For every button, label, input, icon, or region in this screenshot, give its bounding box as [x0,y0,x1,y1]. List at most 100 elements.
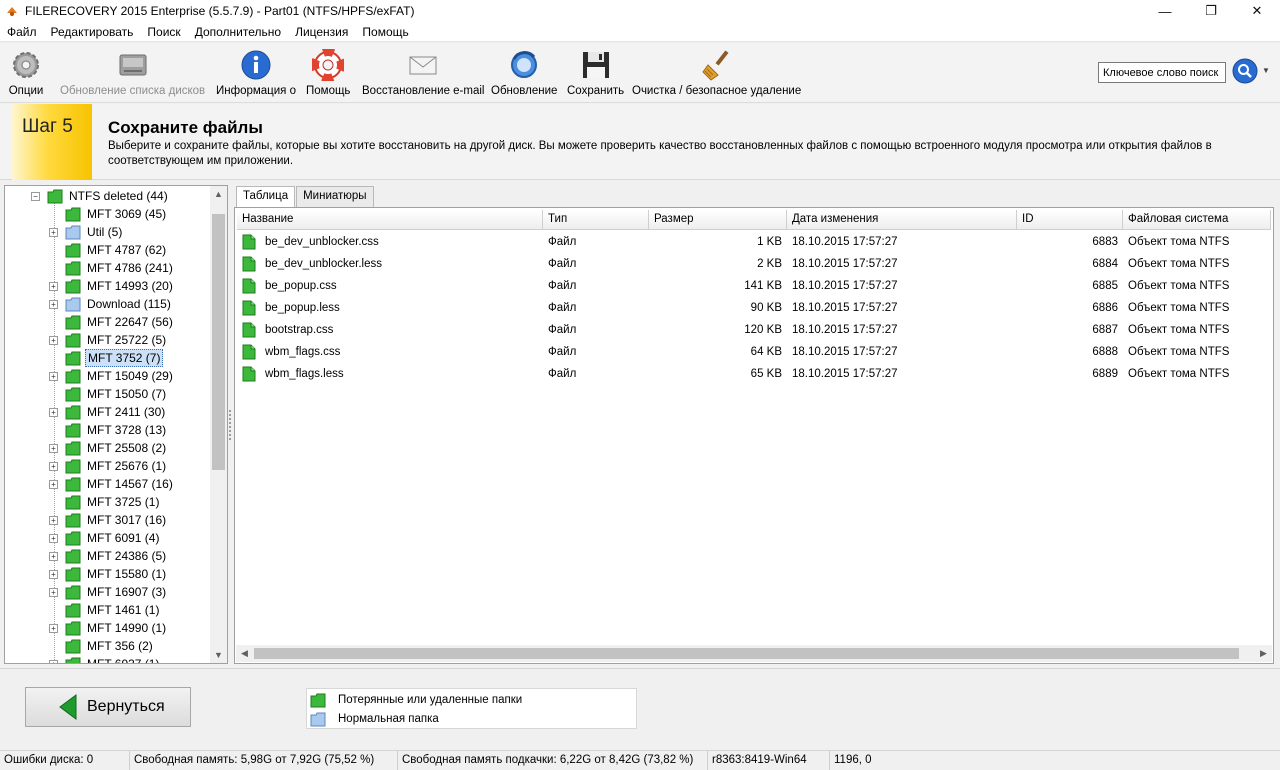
tree-expander[interactable]: + [49,443,58,453]
tree-expander[interactable]: + [49,371,58,381]
menu-extra[interactable]: Дополнительно [188,25,288,39]
table-row[interactable]: bootstrap.css Файл 120 KB 18.10.2015 17:57:… [237,319,1271,341]
tree-item[interactable]: + MFT 24386 (5) [49,547,168,565]
tree-item[interactable]: + MFT 2411 (30) [49,403,167,421]
tree-item[interactable]: + Util (5) [49,223,124,241]
tree-expander[interactable]: + [49,407,58,417]
tree-expander[interactable]: + [49,623,58,633]
tree-item[interactable]: + MFT 14567 (16) [49,475,175,493]
tree-item[interactable]: + MFT 16907 (3) [49,583,168,601]
tree-scroll-thumb[interactable] [212,214,225,470]
tree-expander[interactable]: + [49,227,58,237]
tree-item[interactable]: MFT 3725 (1) [49,493,161,511]
tree-item[interactable]: + MFT 14993 (20) [49,277,175,295]
folder-tree[interactable]: − NTFS deleted (44) MFT 3069 (45) + Util (5)… [4,185,228,664]
tree-item[interactable]: MFT 3728 (13) [49,421,168,439]
scroll-right-icon[interactable]: ▶ [1260,648,1267,659]
col-date[interactable]: Дата изменения [787,210,1017,230]
tree-item[interactable]: + MFT 14990 (1) [49,619,168,637]
tree-scrollbar[interactable]: ▲ ▼ [210,186,227,663]
table-row[interactable]: wbm_flags.css Файл 64 KB 18.10.2015 17:57:2… [237,341,1271,363]
tree-expander[interactable]: + [49,569,58,579]
tree-item[interactable]: MFT 1461 (1) [49,601,161,619]
tree-item[interactable]: MFT 356 (2) [49,637,155,655]
table-row[interactable]: be_dev_unblocker.less Файл 2 KB 18.10.2015 … [237,253,1271,275]
options-button[interactable]: Опции [8,47,44,99]
menu-file[interactable]: Файл [0,25,44,39]
scroll-up-icon[interactable]: ▲ [214,189,223,199]
cell-type: Файл [548,258,577,270]
lost-folder-icon [65,477,81,491]
tab-table[interactable]: Таблица [236,186,296,207]
tree-expander[interactable]: + [49,515,58,525]
col-filesystem[interactable]: Файловая система [1123,210,1271,230]
tree-item-selected[interactable]: MFT 3752 (7) [49,349,164,367]
tree-item[interactable]: + MFT 6091 (4) [49,529,161,547]
col-id[interactable]: ID [1017,210,1123,230]
menu-search[interactable]: Поиск [140,25,187,39]
col-type[interactable]: Тип [543,210,649,230]
save-button[interactable]: Сохранить [567,47,624,99]
tree-root[interactable]: − NTFS deleted (44) [31,187,170,205]
file-name: bootstrap.css [265,324,334,336]
tree-item[interactable]: + MFT 15580 (1) [49,565,168,583]
menu-edit[interactable]: Редактировать [44,25,141,39]
email-restore-button[interactable]: Восстановление e-mail [362,47,484,99]
tree-expander[interactable]: + [49,335,58,345]
menu-license[interactable]: Лицензия [288,25,355,39]
scroll-down-icon[interactable]: ▼ [214,650,223,660]
wipe-button[interactable]: Очистка / безопасное удаление [632,47,801,99]
tree-expander[interactable]: + [49,479,58,489]
help-button[interactable]: Помощь [306,47,350,99]
search-input[interactable] [1098,62,1226,83]
tree-item[interactable]: + MFT 3017 (16) [49,511,168,529]
tree-expander[interactable]: + [49,587,58,597]
tree-item[interactable]: MFT 22647 (56) [49,313,175,331]
refresh-disks-button[interactable]: Обновление списка дисков [60,47,205,99]
search-icon[interactable] [1232,58,1258,84]
bottom-panel [0,668,1280,746]
cell-type: Файл [548,368,577,380]
tree-expander[interactable]: + [49,533,58,543]
close-button[interactable]: ✕ [1234,0,1280,22]
table-row[interactable]: wbm_flags.less Файл 65 KB 18.10.2015 17:57:… [237,363,1271,385]
tree-expander[interactable]: + [49,281,58,291]
cell-filesystem: Объект тома NTFS [1128,258,1230,270]
tree-expander[interactable]: + [49,659,58,663]
update-button[interactable]: Обновление [491,47,557,99]
panel-splitter[interactable] [229,410,232,440]
search-dropdown-icon[interactable]: ▼ [1262,66,1270,75]
tree-item[interactable]: MFT 15050 (7) [49,385,168,403]
tree-item[interactable]: + MFT 6937 (1) [49,655,161,663]
tree-item[interactable]: MFT 4786 (241) [49,259,175,277]
minimize-button[interactable]: — [1142,0,1188,22]
info-button[interactable]: Информация о [216,47,296,99]
tree-item[interactable]: + MFT 25508 (2) [49,439,168,457]
table-row[interactable]: be_popup.css Файл 141 KB 18.10.2015 17:57:2… [237,275,1271,297]
col-size[interactable]: Размер [649,210,787,230]
maximize-button[interactable]: ❐ [1188,0,1234,22]
cell-filesystem: Объект тома NTFS [1128,346,1230,358]
table-row[interactable]: be_popup.less Файл 90 KB 18.10.2015 17:57:2… [237,297,1271,319]
tree-expander[interactable]: + [49,551,58,561]
menu-help[interactable]: Помощь [355,25,415,39]
folder-legend: Потерянные или удаленные папки Нормальна… [306,688,637,729]
scroll-left-icon[interactable]: ◀ [241,648,248,659]
tree-item[interactable]: MFT 3069 (45) [49,205,168,223]
file-table[interactable]: Название Тип Размер Дата изменения ID Фа… [234,207,1274,664]
table-hscrollbar[interactable]: ◀ ▶ [236,645,1272,662]
tree-expander[interactable]: + [49,461,58,471]
tree-item[interactable]: + MFT 25722 (5) [49,331,168,349]
table-row[interactable]: be_dev_unblocker.css Файл 1 KB 18.10.2015 1… [237,231,1271,253]
tree-expander[interactable]: − [31,191,40,201]
tree-item[interactable]: + Download (115) [49,295,173,313]
file-name: wbm_flags.less [265,368,344,380]
tree-expander[interactable]: + [49,299,58,309]
tree-item[interactable]: MFT 4787 (62) [49,241,168,259]
tab-thumbnails[interactable]: Миниатюры [296,186,374,207]
back-button[interactable]: Вернуться [25,687,191,727]
tree-item[interactable]: + MFT 15049 (29) [49,367,175,385]
tree-item[interactable]: + MFT 25676 (1) [49,457,168,475]
col-name[interactable]: Название [237,210,543,230]
table-hscroll-thumb[interactable] [254,648,1239,659]
